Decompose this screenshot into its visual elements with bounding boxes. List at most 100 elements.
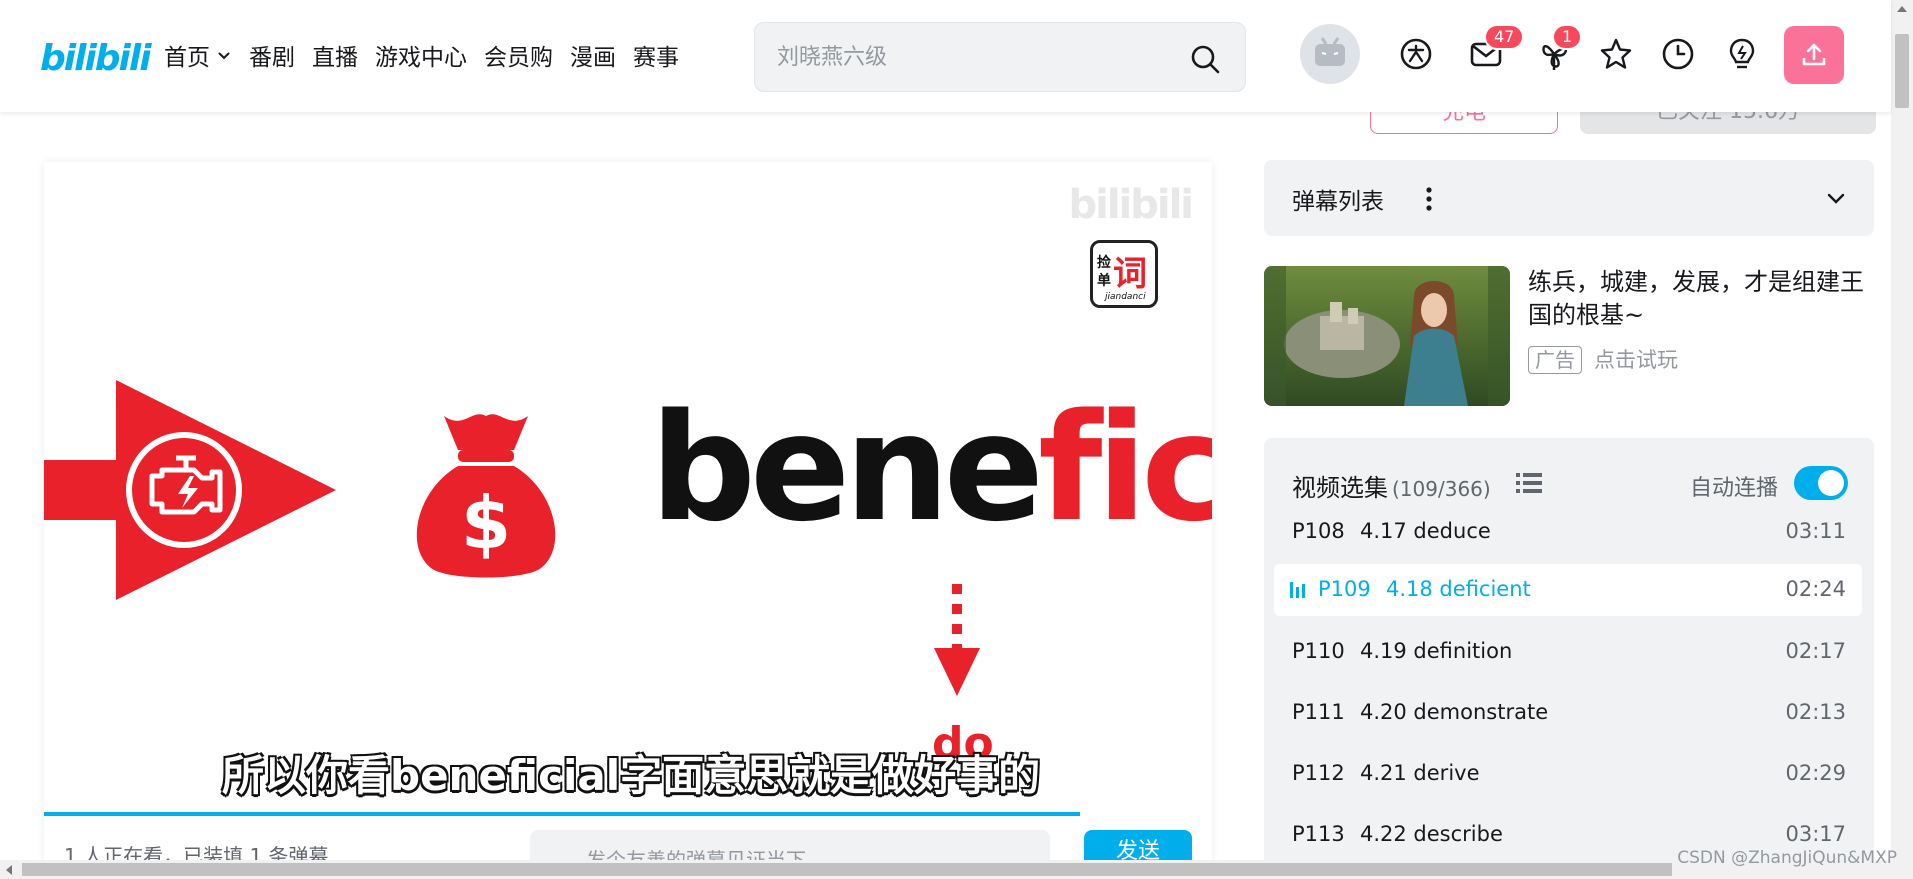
danmaku-input[interactable]: 发个友善的弹幕见证当下 (530, 830, 1050, 862)
more-vertical-icon[interactable] (1424, 186, 1434, 212)
nav-manga-label: 漫画 (570, 45, 616, 71)
episode-duration: 02:13 (1785, 700, 1846, 724)
episode-name: 4.18 deficient (1386, 577, 1531, 601)
ad-cta[interactable]: 点击试玩 (1594, 346, 1678, 374)
svg-text:jiandanci: jiandanci (1103, 292, 1146, 302)
video-progress-bar[interactable] (44, 812, 1080, 816)
episode-number: P108 (1292, 519, 1345, 543)
episode-name: 4.22 describe (1360, 822, 1503, 846)
send-danmaku-button[interactable]: 发送 (1084, 830, 1192, 862)
episode-name: 4.21 derive (1360, 761, 1480, 785)
nav-esports-label: 赛事 (633, 45, 679, 71)
money-bag-graphic: $ (416, 414, 556, 578)
episode-number: P110 (1292, 639, 1345, 663)
video-playlist: 视频选集 (109/366) 自动连播 P108 4.17 deduce 03:1… (1264, 438, 1874, 879)
viewers-info: 1 人正在看，已装填 1 条弹幕 (64, 844, 329, 862)
now-playing-icon (1290, 582, 1305, 598)
scroll-left-arrow-icon[interactable] (6, 865, 12, 875)
nav-shop[interactable]: 会员购 (484, 38, 553, 72)
history-clock-icon[interactable] (1660, 36, 1696, 72)
nav-home-label: 首页 (164, 45, 210, 71)
ad-title[interactable]: 练兵，城建，发展，才是组建王国的根基~ (1528, 266, 1874, 332)
episode-item[interactable]: P110 4.19 definition 02:17 (1274, 626, 1862, 678)
message-badge: 47 (1484, 24, 1525, 50)
playlist-count: (109/366) (1392, 477, 1491, 501)
episode-item[interactable]: P111 4.20 demonstrate 02:13 (1274, 687, 1862, 739)
danmaku-send-bar: 1 人正在看，已装填 1 条弹幕 发个友善的弹幕见证当下 发送 (44, 822, 1212, 862)
horizontal-scroll-thumb[interactable] (22, 863, 1672, 876)
playlist-title-label: 视频选集 (1292, 474, 1388, 502)
jiandanci-logo-graphic: 捡 单 词 jiandanci (1097, 254, 1147, 302)
vertical-scroll-thumb[interactable] (1895, 34, 1909, 108)
vertical-scrollbar[interactable] (1891, 0, 1913, 860)
nav-live[interactable]: 直播 (312, 38, 358, 72)
nav-game-center-label: 游戏中心 (375, 45, 467, 71)
danmaku-list-panel[interactable]: 弹幕列表 (1264, 160, 1874, 236)
ad-tag: 广告 (1528, 346, 1582, 374)
ad-thumbnail-graphic (1264, 266, 1510, 406)
autoplay-toggle[interactable] (1794, 466, 1848, 500)
csdn-watermark: CSDN @ZhangJiQun&MXP (1677, 848, 1897, 868)
video-player[interactable]: bilibili 捡 单 词 jiandanci $ beneficial do… (44, 162, 1212, 862)
jiandanci-logo: 捡 单 词 jiandanci (1090, 240, 1158, 308)
tv-avatar-icon (1315, 37, 1345, 66)
episode-item[interactable]: P108 4.17 deduce 03:11 (1274, 506, 1862, 558)
episode-duration: 03:17 (1785, 822, 1846, 846)
horizontal-scrollbar[interactable] (0, 860, 1913, 879)
svg-text:bilibili: bilibili (40, 38, 152, 79)
danmaku-list-title: 弹幕列表 (1292, 189, 1384, 215)
nav-live-label: 直播 (312, 45, 358, 71)
keyword-beneficial: beneficial (650, 382, 1212, 554)
nav-game-center[interactable]: 游戏中心 (375, 38, 467, 72)
svg-text:$: $ (461, 481, 511, 565)
nav-anime-label: 番剧 (249, 45, 295, 71)
toggle-knob (1818, 470, 1844, 496)
playlist-title: 视频选集 (109/366) (1292, 468, 1491, 503)
autoplay-label: 自动连播 (1690, 476, 1779, 501)
list-view-icon[interactable] (1516, 472, 1542, 494)
main-nav: 首页 番剧 直播 游戏中心 会员购 漫画 赛事 (164, 38, 696, 72)
word-part-1: bene (650, 382, 1044, 554)
search-box (754, 22, 1246, 92)
star-icon[interactable] (1598, 36, 1634, 72)
engine-arrow-graphic (44, 380, 336, 600)
episode-name: 4.19 definition (1360, 639, 1513, 663)
nav-home[interactable]: 首页 (164, 38, 232, 72)
lightbulb-icon[interactable] (1724, 36, 1760, 72)
dynamic-badge: 1 (1552, 24, 1583, 50)
episode-duration: 02:29 (1785, 761, 1846, 785)
svg-text:捡: 捡 (1097, 254, 1111, 271)
episode-duration: 03:11 (1785, 519, 1846, 543)
dashed-down-arrow-graphic (934, 584, 980, 696)
episode-number: P113 (1292, 822, 1345, 846)
avatar[interactable] (1300, 24, 1360, 84)
upload-icon (1802, 43, 1826, 66)
episode-number: P111 (1292, 700, 1345, 724)
episode-duration: 02:24 (1785, 577, 1846, 601)
video-subtitle: 所以你看beneficial字面意思就是做好事的 (222, 751, 1041, 800)
nav-esports[interactable]: 赛事 (633, 38, 679, 72)
episode-number: P112 (1292, 761, 1345, 785)
ad-card[interactable]: 练兵，城建，发展，才是组建王国的根基~ 广告 点击试玩 (1264, 266, 1874, 406)
svg-text:单: 单 (1097, 272, 1111, 289)
chevron-down-icon (218, 52, 230, 60)
chevron-down-icon[interactable] (1824, 186, 1848, 210)
svg-text:词: 词 (1113, 254, 1147, 294)
scroll-up-arrow-icon[interactable] (1897, 6, 1907, 12)
nav-manga[interactable]: 漫画 (570, 38, 616, 72)
word-part-2: fic (1038, 382, 1212, 554)
episode-duration: 02:17 (1785, 639, 1846, 663)
episode-item[interactable]: P112 4.21 derive 02:29 (1274, 748, 1862, 800)
player-watermark: bilibili (1068, 182, 1194, 228)
bilibili-logo[interactable]: bilibili (40, 28, 152, 80)
ad-thumbnail[interactable] (1264, 266, 1510, 406)
vip-icon[interactable] (1398, 36, 1434, 72)
episode-item-active[interactable]: P109 4.18 deficient 02:24 (1274, 564, 1862, 616)
search-icon[interactable] (1189, 43, 1221, 75)
top-header: bilibili 首页 番剧 直播 游戏中心 会员购 漫画 赛事 刘晓燕六级 4… (0, 0, 1891, 112)
search-input[interactable] (777, 39, 1177, 75)
episode-number: P109 (1318, 577, 1371, 601)
episode-name: 4.17 deduce (1360, 519, 1491, 543)
nav-anime[interactable]: 番剧 (249, 38, 295, 72)
upload-button[interactable] (1784, 26, 1844, 84)
